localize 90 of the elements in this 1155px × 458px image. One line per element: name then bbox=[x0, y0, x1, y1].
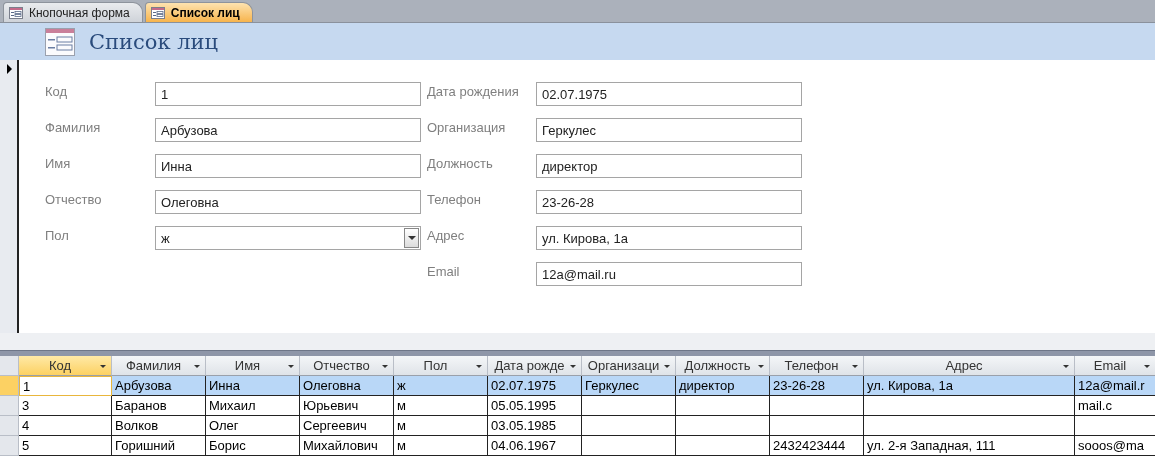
table-cell: 5 bbox=[19, 436, 112, 456]
dropdown-arrow-icon bbox=[476, 365, 482, 368]
dropdown-arrow-icon bbox=[852, 365, 858, 368]
field-label: Организация bbox=[427, 119, 507, 135]
text-field[interactable]: 02.07.1975 bbox=[536, 82, 802, 106]
dropdown-arrow-icon bbox=[664, 365, 670, 368]
text-field[interactable]: Арбузова bbox=[155, 118, 421, 142]
table-cell: 12a@mail.r bbox=[1075, 376, 1155, 396]
table-cell: Геркулес bbox=[582, 376, 676, 396]
field-label: Адрес bbox=[427, 227, 466, 243]
table-cell: ул. Кирова, 1а bbox=[864, 376, 1075, 396]
select-all-corner[interactable] bbox=[0, 356, 19, 376]
record-selector[interactable] bbox=[0, 60, 19, 333]
splitter-bar[interactable] bbox=[0, 350, 1155, 356]
table-cell: Борис bbox=[206, 436, 300, 456]
column-header[interactable]: Должность bbox=[676, 356, 770, 376]
column-header[interactable]: Код bbox=[19, 356, 112, 376]
column-header[interactable]: Email bbox=[1075, 356, 1155, 376]
text-field[interactable]: Геркулес bbox=[536, 118, 802, 142]
table-cell: м bbox=[394, 396, 488, 416]
form-icon bbox=[45, 27, 75, 56]
row-selector[interactable] bbox=[0, 396, 19, 416]
field-label: Фамилия bbox=[45, 119, 102, 135]
table-cell: Олег bbox=[206, 416, 300, 436]
row-selector[interactable] bbox=[0, 376, 19, 396]
table-cell: 23-26-28 bbox=[770, 376, 864, 396]
dropdown-arrow-icon bbox=[1063, 365, 1069, 368]
table-cell: 02.07.1975 bbox=[488, 376, 582, 396]
field-label: Имя bbox=[45, 155, 72, 171]
table-cell: 05.05.1995 bbox=[488, 396, 582, 416]
dropdown-arrow-icon bbox=[288, 365, 294, 368]
field-label: Отчество bbox=[45, 191, 103, 207]
dropdown-arrow-icon bbox=[570, 365, 576, 368]
text-field[interactable]: директор bbox=[536, 154, 802, 178]
table-cell: 1 bbox=[19, 376, 112, 396]
text-field[interactable]: Инна bbox=[155, 154, 421, 178]
text-field[interactable]: Олеговна bbox=[155, 190, 421, 214]
column-header[interactable]: Имя bbox=[206, 356, 300, 376]
column-header[interactable]: Дата рожде bbox=[488, 356, 582, 376]
text-field[interactable]: 12a@mail.ru bbox=[536, 262, 802, 286]
document-tab[interactable]: Список лиц bbox=[144, 2, 253, 22]
dropdown-arrow-icon bbox=[1144, 365, 1150, 368]
table-cell: м bbox=[394, 416, 488, 436]
table-cell: Баранов bbox=[112, 396, 206, 416]
text-field[interactable]: 1 bbox=[155, 82, 421, 106]
table-cell: Волков bbox=[112, 416, 206, 436]
table-cell: 3 bbox=[19, 396, 112, 416]
row-selector[interactable] bbox=[0, 416, 19, 436]
table-cell: 03.05.1985 bbox=[488, 416, 582, 436]
table-cell: м bbox=[394, 436, 488, 456]
text-field[interactable]: ул. Кирова, 1а bbox=[536, 226, 802, 250]
table-cell: Сергеевич bbox=[300, 416, 394, 436]
column-header[interactable]: Организаци bbox=[582, 356, 676, 376]
table-cell: Юрьевич bbox=[300, 396, 394, 416]
field-label: Дата рождения bbox=[427, 83, 520, 99]
dropdown-arrow-icon bbox=[100, 365, 106, 368]
dropdown-button[interactable] bbox=[404, 228, 419, 248]
column-header[interactable]: Фамилия bbox=[112, 356, 206, 376]
field-label: Должность bbox=[427, 155, 494, 171]
table-cell: Горишний bbox=[112, 436, 206, 456]
field-label: Email bbox=[427, 263, 461, 279]
table-cell: 4 bbox=[19, 416, 112, 436]
dropdown-arrow-icon bbox=[382, 365, 388, 368]
field-label: Телефон bbox=[427, 191, 482, 207]
table-cell: Михаил bbox=[206, 396, 300, 416]
table-cell: 2432423444 bbox=[770, 436, 864, 456]
form-title: Список лиц bbox=[89, 29, 219, 54]
document-tab[interactable]: Кнопочная форма bbox=[3, 2, 143, 22]
text-field[interactable]: 23-26-28 bbox=[536, 190, 802, 214]
form-icon bbox=[150, 6, 165, 19]
table-cell: ул. 2-я Западная, 111 bbox=[864, 436, 1075, 456]
field-label: Код bbox=[45, 83, 69, 99]
field-label: Пол bbox=[45, 227, 70, 243]
column-header[interactable]: Отчество bbox=[300, 356, 394, 376]
table-cell: Олеговна bbox=[300, 376, 394, 396]
row-selector[interactable] bbox=[0, 436, 19, 456]
column-header[interactable]: Телефон bbox=[770, 356, 864, 376]
form-icon bbox=[9, 6, 23, 19]
table-cell: 04.06.1967 bbox=[488, 436, 582, 456]
dropdown-arrow-icon bbox=[758, 365, 764, 368]
combo-box[interactable]: ж bbox=[155, 226, 421, 250]
column-header[interactable]: Пол bbox=[394, 356, 488, 376]
table-cell: Инна bbox=[206, 376, 300, 396]
column-header[interactable]: Адрес bbox=[864, 356, 1075, 376]
table-cell: директор bbox=[676, 376, 770, 396]
table-cell: Михайлович bbox=[300, 436, 394, 456]
current-record-icon bbox=[7, 64, 12, 74]
table-cell: ж bbox=[394, 376, 488, 396]
table-cell: Арбузова bbox=[112, 376, 206, 396]
dropdown-arrow-icon bbox=[194, 365, 200, 368]
